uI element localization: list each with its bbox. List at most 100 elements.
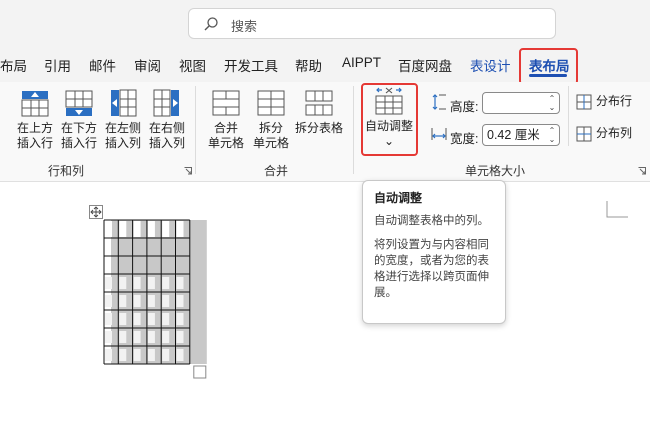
tab-baidu-netdisk[interactable]: 百度网盘 bbox=[398, 55, 452, 75]
group-label-cell-size: 单元格大小 bbox=[465, 164, 526, 178]
split-cells-icon bbox=[257, 90, 285, 116]
insert-row-below-icon bbox=[65, 90, 93, 116]
merge-cells-label2: 单元格 bbox=[207, 136, 244, 150]
dialog-launcher-icon[interactable] bbox=[638, 167, 646, 175]
table-cell[interactable] bbox=[176, 313, 184, 325]
table-cell[interactable] bbox=[119, 221, 127, 237]
group-label-rows-cols: 行和列 bbox=[48, 164, 85, 178]
table-cell[interactable] bbox=[176, 221, 184, 237]
table-cell[interactable] bbox=[147, 277, 155, 289]
table-cell[interactable] bbox=[162, 313, 170, 325]
merge-cells-button[interactable]: 合并 单元格 bbox=[204, 88, 248, 151]
table-cell[interactable] bbox=[105, 313, 112, 325]
tab-review[interactable]: 审阅 bbox=[134, 55, 161, 75]
insert-col-right-icon bbox=[153, 89, 179, 117]
width-label: 宽度: bbox=[450, 132, 479, 146]
group-label-merge: 合并 bbox=[264, 164, 289, 178]
table-cell[interactable] bbox=[176, 349, 184, 361]
split-table-label: 拆分表格 bbox=[294, 121, 343, 135]
tab-mailings[interactable]: 邮件 bbox=[89, 55, 116, 75]
ribbon-panel: 在上方 插入行 在下方 插入行 在左侧 插入列 在右侧 插入列 行和列 合并 单… bbox=[0, 82, 650, 182]
height-field[interactable]: ⌃ ⌄ bbox=[482, 92, 560, 114]
insert-col-left-button[interactable]: 在左侧 插入列 bbox=[102, 88, 144, 151]
tab-layout[interactable]: 布局 bbox=[0, 55, 27, 75]
distribute-rows-label: 分布行 bbox=[596, 94, 633, 109]
document-area[interactable] bbox=[0, 183, 650, 437]
insert-row-above-button[interactable]: 在上方 插入行 bbox=[14, 88, 56, 151]
title-bar: 搜索 bbox=[0, 0, 650, 46]
highlight-box-autofit bbox=[361, 83, 418, 156]
width-value: 0.42 厘米 bbox=[487, 128, 540, 142]
table-cell[interactable] bbox=[133, 349, 141, 361]
table-cell[interactable] bbox=[119, 331, 127, 343]
table-cell[interactable] bbox=[162, 331, 170, 343]
insert-row-below-button[interactable]: 在下方 插入行 bbox=[58, 88, 100, 151]
split-cells-label2: 单元格 bbox=[252, 136, 289, 150]
tab-developer[interactable]: 开发工具 bbox=[224, 55, 278, 75]
distribute-cols-icon bbox=[576, 126, 592, 142]
split-table-icon bbox=[305, 90, 333, 116]
dialog-launcher-icon[interactable] bbox=[184, 167, 192, 175]
table-cell[interactable] bbox=[133, 313, 141, 325]
tab-references[interactable]: 引用 bbox=[44, 55, 71, 75]
tab-view[interactable]: 视图 bbox=[179, 55, 206, 75]
table-cell[interactable] bbox=[133, 295, 141, 307]
table-cell[interactable] bbox=[162, 349, 170, 361]
insert-row-above-label1: 在上方 bbox=[16, 121, 53, 135]
width-field[interactable]: 0.42 厘米 ⌃ ⌄ bbox=[482, 124, 560, 146]
split-cells-button[interactable]: 拆分 单元格 bbox=[249, 88, 293, 151]
table-cell[interactable] bbox=[119, 295, 127, 307]
split-table-button[interactable]: 拆分表格 bbox=[293, 88, 345, 136]
insert-col-left-label1: 在左侧 bbox=[104, 121, 141, 135]
table-cell[interactable] bbox=[105, 331, 112, 343]
autofit-tooltip: 自动调整 自动调整表格中的列。 将列设置为与内容相同的宽度，或者为您的表格进行选… bbox=[362, 180, 506, 324]
merge-cells-icon bbox=[212, 90, 240, 116]
group-separator bbox=[353, 86, 354, 174]
distribute-cols-label: 分布列 bbox=[596, 126, 633, 141]
insert-row-below-label1: 在下方 bbox=[60, 121, 97, 135]
table-cell[interactable] bbox=[133, 277, 141, 289]
table-cell[interactable] bbox=[133, 331, 141, 343]
distribute-rows-icon bbox=[576, 94, 592, 110]
height-label: 高度: bbox=[450, 100, 479, 114]
table-cell[interactable] bbox=[105, 277, 112, 289]
document-table[interactable] bbox=[103, 219, 209, 381]
table-cell[interactable] bbox=[119, 313, 127, 325]
table-cell[interactable] bbox=[162, 295, 170, 307]
table-cell[interactable] bbox=[147, 295, 155, 307]
distribute-rows-button[interactable]: 分布行 bbox=[576, 94, 642, 110]
tab-aippt[interactable]: AIPPT bbox=[342, 55, 381, 70]
table-cell[interactable] bbox=[105, 221, 112, 237]
table-cell[interactable] bbox=[147, 313, 155, 325]
distribute-cols-button[interactable]: 分布列 bbox=[576, 126, 642, 142]
table-cell[interactable] bbox=[147, 221, 155, 237]
search-placeholder: 搜索 bbox=[231, 19, 258, 34]
table-cell[interactable] bbox=[105, 349, 112, 361]
table-cell[interactable] bbox=[147, 331, 155, 343]
insert-col-right-label1: 在右侧 bbox=[148, 121, 185, 135]
table-cell[interactable] bbox=[105, 295, 112, 307]
table-resize-handle[interactable] bbox=[193, 365, 207, 379]
search-box[interactable]: 搜索 bbox=[188, 8, 556, 39]
col-width-icon bbox=[431, 128, 447, 140]
table-cell[interactable] bbox=[119, 349, 127, 361]
insert-col-right-button[interactable]: 在右侧 插入列 bbox=[146, 88, 188, 151]
insert-col-left-icon bbox=[111, 89, 137, 117]
group-separator bbox=[195, 86, 196, 174]
tab-table-design[interactable]: 表设计 bbox=[470, 55, 511, 75]
table-cell[interactable] bbox=[147, 349, 155, 361]
table-cell[interactable] bbox=[133, 221, 141, 237]
tooltip-line1: 自动调整表格中的列。 bbox=[374, 215, 489, 227]
width-spinner[interactable]: ⌃ ⌄ bbox=[547, 126, 557, 144]
margin-corner-mark bbox=[606, 201, 628, 218]
table-cell[interactable] bbox=[176, 295, 184, 307]
table-move-handle-icon[interactable] bbox=[89, 205, 103, 219]
tooltip-title: 自动调整 bbox=[374, 191, 423, 205]
tab-help[interactable]: 帮助 bbox=[295, 55, 322, 75]
table-cell[interactable] bbox=[162, 221, 170, 237]
table-cell[interactable] bbox=[119, 277, 127, 289]
table-cell[interactable] bbox=[176, 277, 184, 289]
height-spinner[interactable]: ⌃ ⌄ bbox=[547, 94, 557, 112]
table-cell[interactable] bbox=[162, 277, 170, 289]
table-cell[interactable] bbox=[176, 331, 184, 343]
